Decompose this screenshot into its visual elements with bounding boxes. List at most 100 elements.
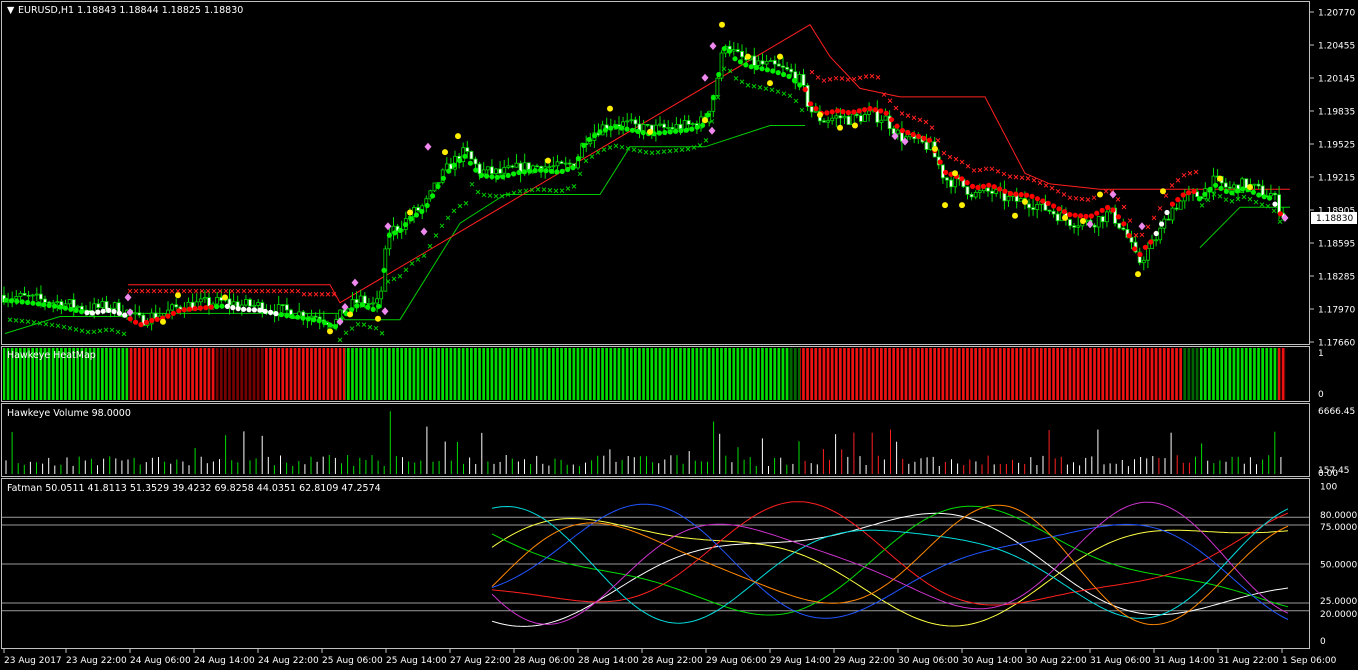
candlesticks [2,40,1286,331]
candle-body [1228,186,1232,189]
trend-dot [133,319,139,325]
candle-body [1129,236,1134,243]
yellow-signal-dot [1062,214,1068,221]
trend-dot [484,173,490,179]
stop-cross [379,330,385,336]
trend-dot [862,107,868,113]
trend-dot [1078,213,1084,219]
candle-body [198,298,203,303]
candle-body [686,120,691,125]
stop-cross [941,150,947,156]
candle-body [768,60,773,62]
trend-dot [149,317,155,323]
stop-cross [403,267,409,273]
stop-cross [643,149,649,155]
yellow-signal-dot [175,292,181,299]
trend-dot [624,126,630,132]
trailing-stop-lines [4,24,1290,334]
stop-cross [1073,195,1079,201]
volume-bars [5,411,1282,474]
stop-cross [875,75,881,80]
trend-dot [635,128,641,134]
stop-cross [145,288,151,294]
trend-dot [991,184,997,190]
chart-canvas[interactable]: ▼ EURUSD,H1 1.18843 1.18844 1.18825 1.18… [0,0,1358,670]
yellow-signal-dot [1097,191,1103,198]
trend-dot [829,109,835,115]
stop-cross [253,288,259,294]
stop-cross [769,87,775,93]
trend-dot [413,212,419,218]
stop-cross [337,337,343,343]
stop-cross [289,288,295,294]
trend-dot [1256,192,1262,198]
stop-cross [97,328,103,334]
candle-body [18,292,23,297]
stop-cross [547,187,553,193]
trend-dot [694,124,700,130]
yellow-signal-dot [817,111,823,118]
trend-dot [257,307,263,313]
trend-dot [840,109,846,115]
trend-dot [273,311,279,317]
yellow-signal-dot [222,294,228,301]
stop-cross [169,288,175,294]
price-tick-label: 1.20455 [1318,42,1355,52]
candle-body [867,110,871,115]
candle-body [1256,183,1261,187]
yellow-signal-dot [442,149,448,156]
stop-cross [295,288,301,294]
symbol-header: EURUSD,H1 1.18843 1.18844 1.18825 1.1883… [18,5,243,16]
trend-dot [683,127,690,133]
stop-cross [493,193,499,199]
candle-body [436,181,441,184]
stop-cross [139,288,145,294]
trend-dot [1083,213,1089,219]
candle-body [1252,183,1257,186]
stop-cross [415,257,421,262]
time-tick-label: 28 Aug 22:00 [642,656,703,666]
price-tick-label: 1.19835 [1318,108,1355,118]
trend-dot [68,306,74,312]
trend-dot [208,304,214,310]
stop-cross [1247,196,1253,202]
stop-cross [1229,198,1235,204]
trend-dot [980,183,987,189]
trend-dot [926,137,933,143]
candle-body [781,65,785,68]
time-tick-label: 28 Aug 06:00 [514,656,575,666]
trend-dot [451,162,457,168]
candle-body [973,191,978,198]
stop-cross [187,288,193,294]
candle-body [838,115,843,119]
trend-dot [41,302,47,308]
candle-body [731,49,736,52]
trend-dot [3,297,9,303]
candle-body [416,207,421,211]
trend-dot [381,267,387,273]
trend-dot [743,62,749,68]
trend-dot [1277,211,1283,217]
trend-dot [835,108,841,114]
candle-body [71,299,76,309]
yellow-signal-dot [455,133,461,140]
trend-dot [89,310,95,316]
trend-dot [1250,189,1256,195]
stop-cross [673,148,679,153]
trend-dot [937,159,943,165]
trend-dot [19,299,25,305]
trend-dot [791,77,798,84]
trend-dot [52,303,58,309]
candle-body [690,123,695,125]
candle-body [563,162,568,165]
yellow-signal-dot [719,21,725,28]
trend-dot [1148,239,1154,245]
stop-cross [1085,197,1091,202]
stop-cross [85,329,91,335]
stop-cross [1091,195,1097,201]
time-tick-label: 24 Aug 06:00 [130,656,191,666]
stop-cross [433,233,439,238]
metatrader-chart-window[interactable]: ▼ EURUSD,H1 1.18843 1.18844 1.18825 1.18… [0,0,1358,670]
stop-cross [1205,197,1211,203]
trend-dot [1213,182,1219,188]
